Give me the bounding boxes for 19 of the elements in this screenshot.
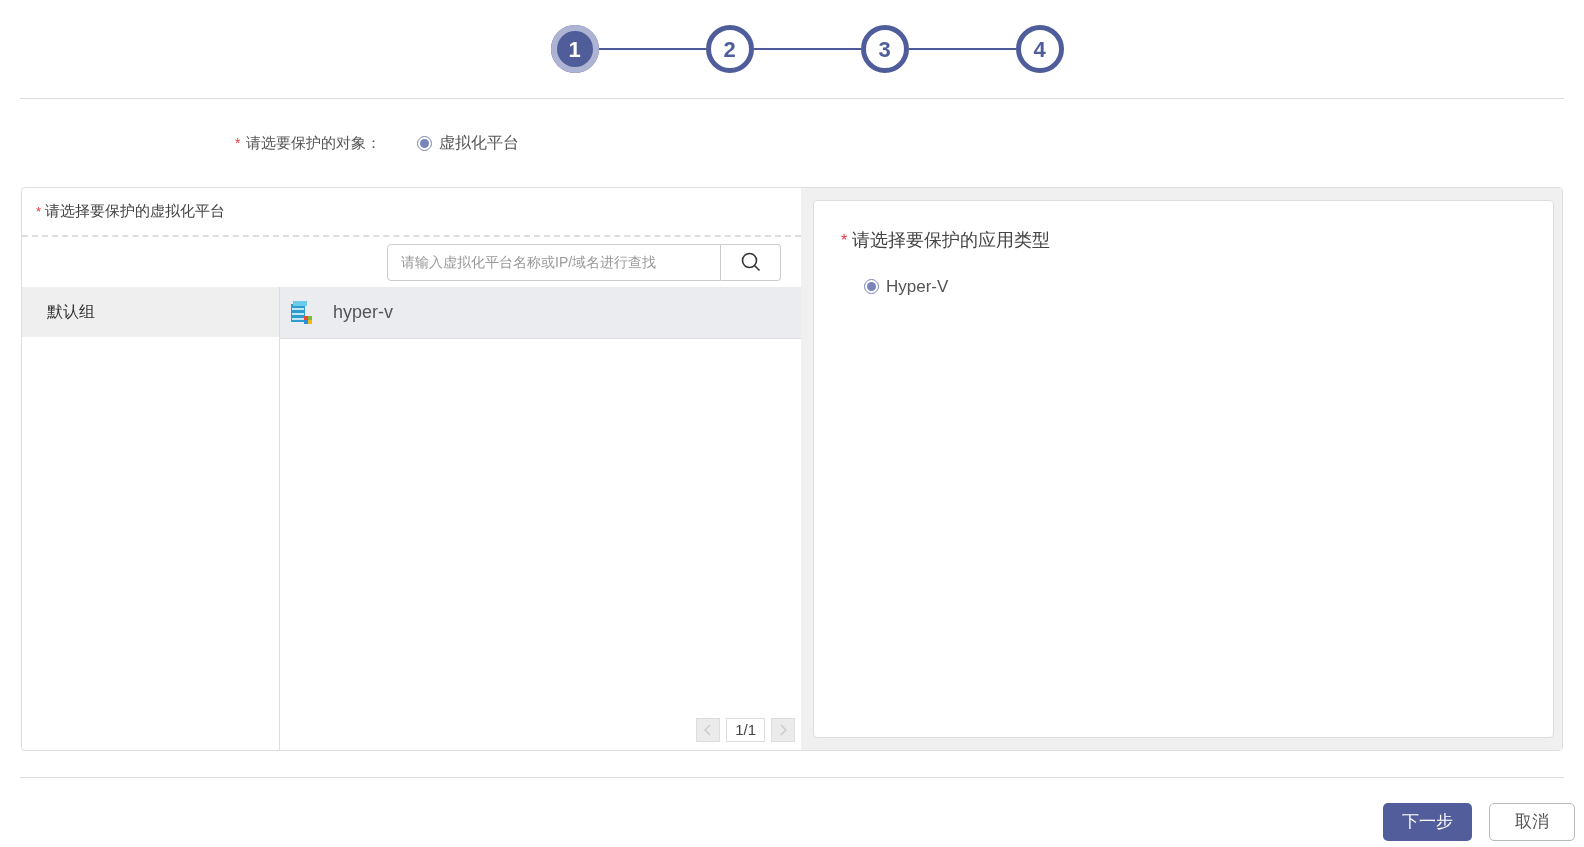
radio-label[interactable]: Hyper-V: [886, 274, 949, 300]
platform-item[interactable]: hyper-v: [333, 299, 394, 326]
search-icon: [740, 252, 761, 272]
server-icon: [289, 299, 313, 326]
page-indicator: 1/1: [726, 718, 765, 742]
required-mark: *: [235, 133, 241, 153]
field-label: 请选要保护的对象：: [246, 132, 382, 153]
panel-title: 请选择要保护的应用类型: [852, 229, 1051, 252]
action-button[interactable]: 取消: [1489, 803, 1575, 841]
search-field[interactable]: 请输入虚拟化平台名称或IP/域名进行查找: [387, 243, 721, 281]
required-mark: *: [36, 202, 42, 221]
search-button[interactable]: [721, 243, 781, 281]
radio-label[interactable]: 虚拟化平台: [439, 131, 520, 155]
action-button[interactable]: 下一步: [1383, 803, 1472, 841]
chevron-right-icon: [779, 724, 787, 736]
panel-title: 请选择要保护的虚拟化平台: [45, 201, 226, 222]
required-mark: *: [841, 230, 848, 251]
chevron-left-icon: [704, 724, 713, 736]
group-item[interactable]: 默认组: [22, 287, 279, 337]
